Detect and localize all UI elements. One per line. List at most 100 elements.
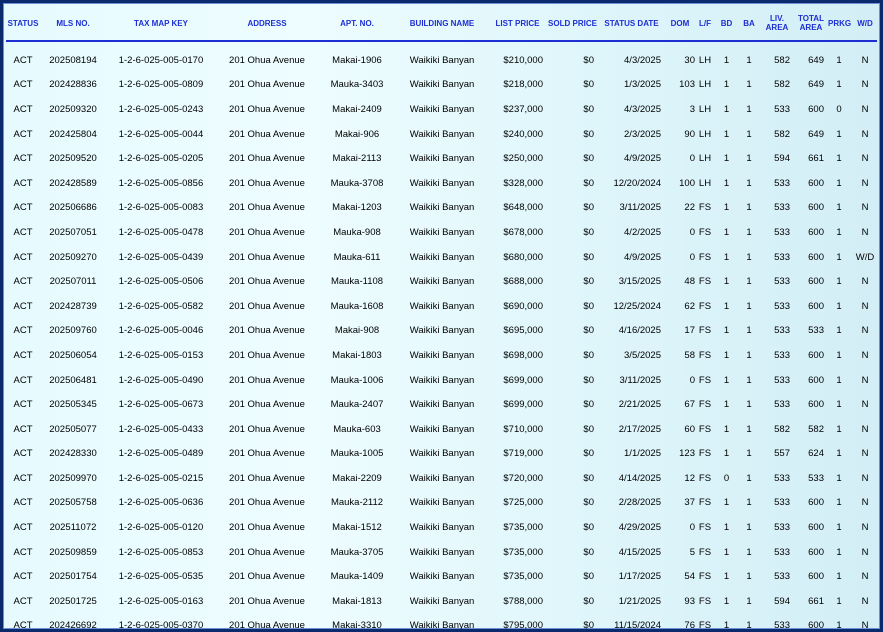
cell-wd: N xyxy=(861,620,869,629)
cell-bd: 1 xyxy=(723,595,730,607)
cell-sold-price: $0 xyxy=(583,79,594,91)
col-header-total-area[interactable]: TOTAL AREA xyxy=(794,6,828,41)
cell-mls: 202507051 xyxy=(49,226,97,238)
cell-apt: Makai-2209 xyxy=(332,472,382,484)
cell-total-area: 600 xyxy=(808,522,824,534)
cell-tax-map-key: 1-2-6-025-005-0478 xyxy=(118,226,204,238)
cell-dom: 58 xyxy=(684,349,695,361)
col-header-sold-price[interactable]: SOLD PRICE xyxy=(547,6,598,41)
cell-prkg: 1 xyxy=(836,349,842,361)
col-header-dom[interactable]: DOM xyxy=(665,6,695,41)
cell-bd: 1 xyxy=(723,325,730,337)
table-row[interactable]: ACT 202509859 1-2-6-025-005-0853 201 Ohua A… xyxy=(6,540,877,565)
table-row[interactable]: ACT 202501754 1-2-6-025-005-0535 201 Ohua A… xyxy=(6,564,877,589)
cell-mls: 202506054 xyxy=(49,349,97,361)
table-row[interactable]: ACT 202506481 1-2-6-025-005-0490 201 Ohua A… xyxy=(6,368,877,393)
table-row[interactable]: ACT 202507051 1-2-6-025-005-0478 201 Ohua A… xyxy=(6,220,877,245)
cell-wd: N xyxy=(861,202,869,214)
cell-status: ACT xyxy=(13,497,33,509)
table-row[interactable]: ACT 202507011 1-2-6-025-005-0506 201 Ohua A… xyxy=(6,269,877,294)
col-header-building[interactable]: BUILDING NAME xyxy=(396,6,488,41)
table-row[interactable]: ACT 202509320 1-2-6-025-005-0243 201 Ohua A… xyxy=(6,97,877,122)
table-row[interactable]: ACT 202506054 1-2-6-025-005-0153 201 Ohua A… xyxy=(6,343,877,368)
col-header-liv-area[interactable]: LIV. AREA xyxy=(760,6,794,41)
cell-apt: Mauka-603 xyxy=(333,423,381,435)
cell-ba: 1 xyxy=(746,177,752,189)
cell-ba: 1 xyxy=(746,620,752,629)
cell-list-price: $719,000 xyxy=(503,448,543,460)
cell-total-area: 600 xyxy=(808,349,824,361)
cell-prkg: 1 xyxy=(836,423,842,435)
table-row[interactable]: ACT 202505345 1-2-6-025-005-0673 201 Ohua A… xyxy=(6,392,877,417)
table-row[interactable]: ACT 202505077 1-2-6-025-005-0433 201 Ohua A… xyxy=(6,417,877,442)
cell-address: 201 Ohua Avenue xyxy=(229,128,305,140)
cell-wd: N xyxy=(861,595,869,607)
cell-dom: 0 xyxy=(689,153,695,165)
col-header-status[interactable]: STATUS xyxy=(6,6,40,41)
cell-dom: 103 xyxy=(679,79,695,91)
col-header-list-price[interactable]: LIST PRICE xyxy=(488,6,547,41)
table-row[interactable]: ACT 202509760 1-2-6-025-005-0046 201 Ohua A… xyxy=(6,319,877,344)
col-header-status-date[interactable]: STATUS DATE xyxy=(598,6,665,41)
table-row[interactable]: ACT 202428836 1-2-6-025-005-0809 201 Ohua A… xyxy=(6,73,877,98)
cell-ba: 1 xyxy=(746,128,752,140)
cell-building: Waikiki Banyan xyxy=(409,620,475,629)
cell-mls: 202501725 xyxy=(49,595,97,607)
table-row[interactable]: ACT 202505758 1-2-6-025-005-0636 201 Ohua A… xyxy=(6,491,877,516)
cell-lf: FS xyxy=(698,620,712,629)
col-header-ba[interactable]: BA xyxy=(738,6,760,41)
table-row[interactable]: ACT 202501725 1-2-6-025-005-0163 201 Ohua A… xyxy=(6,589,877,614)
cell-lf: FS xyxy=(698,300,712,312)
cell-lf: FS xyxy=(698,423,712,435)
cell-status-date: 12/25/2024 xyxy=(613,300,661,312)
cell-mls: 202425804 xyxy=(49,128,97,140)
cell-mls: 202509760 xyxy=(49,325,97,337)
cell-list-price: $250,000 xyxy=(503,153,543,165)
col-header-bd[interactable]: BD xyxy=(715,6,738,41)
cell-status: ACT xyxy=(13,399,33,411)
cell-tax-map-key: 1-2-6-025-005-0153 xyxy=(118,349,204,361)
col-header-lf[interactable]: L/F xyxy=(695,6,715,41)
cell-status: ACT xyxy=(13,571,33,583)
cell-total-area: 600 xyxy=(808,251,824,263)
cell-liv-area: 557 xyxy=(774,448,790,460)
table-row[interactable]: ACT 202511072 1-2-6-025-005-0120 201 Ohua A… xyxy=(6,515,877,540)
col-header-wd[interactable]: W/D xyxy=(850,6,877,41)
cell-status-date: 3/11/2025 xyxy=(619,202,661,214)
col-header-tax-map-key[interactable]: TAX MAP KEY xyxy=(106,6,216,41)
col-header-address[interactable]: ADDRESS xyxy=(216,6,318,41)
cell-mls: 202509520 xyxy=(49,153,97,165)
cell-building: Waikiki Banyan xyxy=(409,349,475,361)
cell-wd: N xyxy=(861,497,869,509)
cell-status: ACT xyxy=(13,226,33,238)
table-row[interactable]: ACT 202509270 1-2-6-025-005-0439 201 Ohua A… xyxy=(6,245,877,270)
cell-lf: FS xyxy=(698,349,712,361)
table-row[interactable]: ACT 202509970 1-2-6-025-005-0215 201 Ohua A… xyxy=(6,466,877,491)
cell-wd: N xyxy=(861,226,869,238)
cell-bd: 1 xyxy=(723,448,730,460)
cell-prkg: 1 xyxy=(836,79,842,91)
cell-tax-map-key: 1-2-6-025-005-0853 xyxy=(118,546,204,558)
cell-building: Waikiki Banyan xyxy=(409,522,475,534)
col-header-mls[interactable]: MLS NO. xyxy=(40,6,106,41)
cell-liv-area: 533 xyxy=(774,325,790,337)
table-row[interactable]: ACT 202509520 1-2-6-025-005-0205 201 Ohua A… xyxy=(6,146,877,171)
cell-status-date: 1/21/2025 xyxy=(618,595,661,607)
cell-bd: 1 xyxy=(723,374,730,386)
table-row[interactable]: ACT 202508194 1-2-6-025-005-0170 201 Ohua A… xyxy=(6,41,877,73)
cell-address: 201 Ohua Avenue xyxy=(229,177,305,189)
col-header-apt[interactable]: APT. NO. xyxy=(318,6,396,41)
cell-bd: 1 xyxy=(723,177,730,189)
cell-prkg: 1 xyxy=(836,226,842,238)
table-row[interactable]: ACT 202426692 1-2-6-025-005-0370 201 Ohua A… xyxy=(6,614,877,629)
col-header-prkg[interactable]: PRKG xyxy=(828,6,851,41)
cell-building: Waikiki Banyan xyxy=(409,546,475,558)
cell-building: Waikiki Banyan xyxy=(409,472,475,484)
table-row[interactable]: ACT 202506686 1-2-6-025-005-0083 201 Ohua A… xyxy=(6,196,877,221)
table-row[interactable]: ACT 202428589 1-2-6-025-005-0856 201 Ohua A… xyxy=(6,171,877,196)
table-row[interactable]: ACT 202428739 1-2-6-025-005-0582 201 Ohua A… xyxy=(6,294,877,319)
table-row[interactable]: ACT 202428330 1-2-6-025-005-0489 201 Ohua A… xyxy=(6,442,877,467)
cell-sold-price: $0 xyxy=(583,177,594,189)
cell-wd: N xyxy=(861,54,869,66)
table-row[interactable]: ACT 202425804 1-2-6-025-005-0044 201 Ohua A… xyxy=(6,122,877,147)
